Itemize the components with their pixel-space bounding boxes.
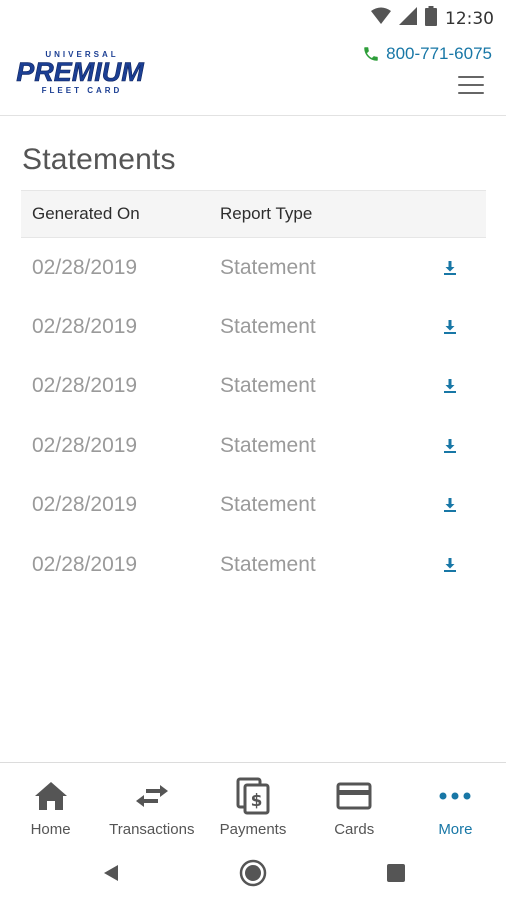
home-circle-icon[interactable] [239, 859, 267, 892]
home-icon [34, 777, 68, 815]
nav-cards[interactable]: Cards [304, 763, 405, 846]
statement-type: Statement [220, 433, 316, 457]
statement-row: 02/28/2019 Statement [21, 357, 486, 416]
statement-date: 02/28/2019 [32, 255, 138, 279]
statement-date: 02/28/2019 [32, 493, 138, 517]
recents-icon[interactable] [386, 863, 406, 888]
back-icon[interactable] [102, 863, 120, 888]
phone-icon [362, 45, 380, 63]
app-header: UNIVERSAL PREMIUM FLEET CARD 800-771-607… [0, 36, 506, 116]
nav-more[interactable]: More [405, 763, 506, 846]
phone-number: 800-771-6075 [386, 44, 492, 63]
download-icon[interactable] [437, 255, 463, 281]
download-icon[interactable] [437, 433, 463, 459]
universal-premium-logo[interactable]: UNIVERSAL PREMIUM FLEET CARD [16, 48, 146, 96]
download-icon[interactable] [437, 314, 463, 340]
statement-type: Statement [220, 552, 316, 576]
nav-home-label: Home [30, 821, 71, 838]
nav-more-label: More [438, 821, 473, 838]
column-header-report-type: Report Type [220, 204, 313, 223]
statement-date: 02/28/2019 [32, 374, 138, 398]
more-dots-icon [439, 777, 471, 815]
nav-payments-label: Payments [219, 821, 287, 838]
statement-row: 02/28/2019 Statement [21, 238, 486, 297]
signal-icon [399, 7, 417, 30]
bottom-nav: Home Transactions $ Payments Cards More [0, 762, 506, 846]
phone-link[interactable]: 800-771-6075 [362, 44, 492, 64]
statement-date: 02/28/2019 [32, 433, 138, 457]
statement-row: 02/28/2019 Statement [21, 416, 486, 475]
payments-icon: $ [236, 777, 270, 815]
statement-type: Statement [220, 255, 316, 279]
system-nav-bar [0, 846, 506, 900]
statements-table: Generated On Report Type 02/28/2019 State… [21, 190, 486, 594]
statement-row: 02/28/2019 Statement [21, 297, 486, 356]
statement-type: Statement [220, 493, 316, 517]
nav-payments[interactable]: $ Payments [202, 763, 303, 846]
status-bar: 12:30 [0, 0, 506, 36]
statement-type: Statement [220, 374, 316, 398]
svg-text:FLEET CARD: FLEET CARD [42, 86, 123, 95]
download-icon[interactable] [437, 552, 463, 578]
statement-date: 02/28/2019 [32, 315, 138, 339]
statement-row: 02/28/2019 Statement [21, 476, 486, 535]
download-icon[interactable] [437, 492, 463, 518]
nav-transactions-label: Transactions [109, 821, 195, 838]
column-header-generated-on: Generated On [32, 204, 140, 223]
card-icon [336, 777, 372, 815]
battery-icon [425, 6, 437, 31]
page-title: Statements [22, 143, 176, 176]
statement-row: 02/28/2019 Statement [21, 535, 486, 594]
nav-home[interactable]: Home [0, 763, 101, 846]
download-icon[interactable] [437, 373, 463, 399]
table-header: Generated On Report Type [21, 190, 486, 238]
hamburger-icon[interactable] [458, 76, 484, 96]
swap-arrows-icon [134, 777, 170, 815]
svg-text:PREMIUM: PREMIUM [16, 57, 144, 87]
nav-transactions[interactable]: Transactions [101, 763, 202, 846]
statement-type: Statement [220, 315, 316, 339]
wifi-icon [371, 7, 391, 30]
status-time: 12:30 [445, 8, 494, 29]
nav-cards-label: Cards [334, 821, 375, 838]
statement-date: 02/28/2019 [32, 552, 138, 576]
svg-text:$: $ [251, 791, 263, 811]
